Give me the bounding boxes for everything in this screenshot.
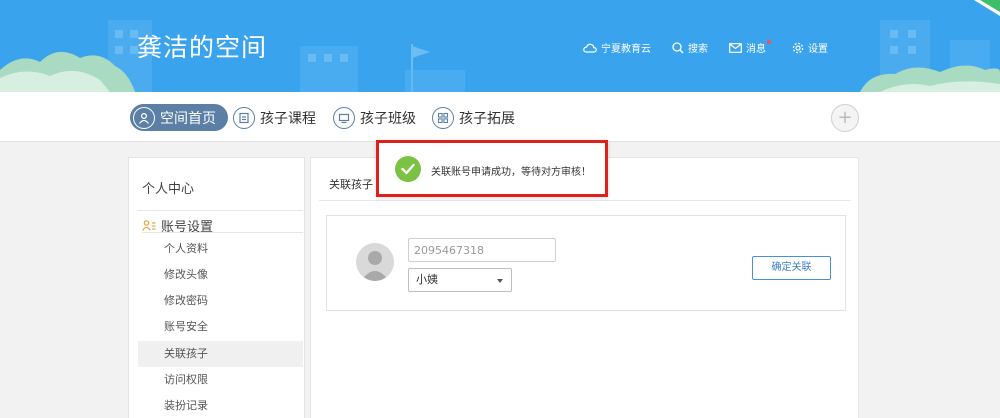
- sidebar-item-access-permissions[interactable]: 访问权限: [138, 367, 303, 393]
- sidebar-item-change-avatar[interactable]: 修改头像: [138, 262, 303, 288]
- nav-messages[interactable]: 消息: [729, 39, 771, 55]
- relationship-select[interactable]: 小姨: [408, 268, 512, 292]
- avatar: [356, 243, 394, 281]
- cloud-icon: [583, 43, 597, 53]
- mail-icon: [729, 42, 742, 53]
- tab-space-home-label: 空间首页: [160, 110, 216, 127]
- sidebar-group-divider: [142, 232, 303, 233]
- sidebar-divider: [137, 210, 303, 211]
- link-child-card: 小姨 确定关联: [326, 215, 846, 311]
- tab-child-courses-label: 孩子课程: [260, 110, 316, 127]
- nav-search[interactable]: 搜索: [672, 40, 708, 55]
- top-nav: 宁夏教育云 搜索 消息 设置: [583, 39, 849, 55]
- tab-space-home[interactable]: 空间首页: [130, 104, 228, 131]
- sidebar-item-change-password[interactable]: 修改密码: [138, 288, 303, 314]
- sidebar-item-decoration-history[interactable]: 装扮记录: [138, 393, 303, 418]
- tab-child-extension[interactable]: 孩子拓展: [432, 104, 515, 131]
- success-toast: 关联账号申请成功，等待对方审核！: [376, 140, 608, 197]
- sidebar: 个人中心 账号设置 个人资料 修改头像 修改密码 账号安全 关联孩子 访问权限 …: [128, 157, 305, 418]
- space-title: 龚洁的空间: [137, 33, 268, 62]
- search-icon: [672, 41, 684, 53]
- nav-education-cloud[interactable]: 宁夏教育云: [583, 40, 651, 55]
- gear-icon: [792, 42, 804, 53]
- chevron-down-icon: [497, 279, 503, 283]
- sidebar-item-link-child[interactable]: 关联孩子: [138, 341, 303, 367]
- tab-child-extension-label: 孩子拓展: [459, 110, 515, 127]
- toast-message: 关联账号申请成功，等待对方审核！: [431, 167, 591, 178]
- unread-dot: [767, 39, 771, 44]
- grid-icon: [432, 106, 454, 129]
- nav-messages-label: 消息: [746, 44, 766, 55]
- panel-title: 关联孩子: [329, 178, 373, 191]
- sidebar-item-profile[interactable]: 个人资料: [138, 236, 303, 262]
- tab-child-courses[interactable]: 孩子课程: [233, 104, 316, 131]
- corner-decoration: [974, 0, 1000, 16]
- sidebar-heading: 个人中心: [142, 182, 195, 197]
- relationship-select-value: 小姨: [416, 273, 438, 286]
- confirm-link-button[interactable]: 确定关联: [752, 256, 831, 280]
- nav-settings[interactable]: 设置: [792, 40, 828, 55]
- nav-education-cloud-label: 宁夏教育云: [601, 44, 651, 55]
- account-settings-icon: [142, 220, 156, 231]
- user-icon: [133, 106, 155, 129]
- header-banner: 龚洁的空间 宁夏教育云 搜索 消息 设置: [0, 0, 1000, 92]
- sidebar-item-account-security[interactable]: 账号安全: [138, 314, 303, 340]
- add-button[interactable]: +: [831, 104, 859, 132]
- tab-child-class-label: 孩子班级: [360, 110, 416, 127]
- nav-settings-label: 设置: [808, 44, 828, 55]
- screen-icon: [333, 106, 355, 129]
- panel-divider: [319, 200, 851, 201]
- nav-search-label: 搜索: [688, 44, 708, 55]
- monitor-icon: [233, 106, 255, 129]
- default-avatar-icon: [361, 251, 389, 281]
- tab-child-class[interactable]: 孩子班级: [333, 104, 416, 131]
- account-number-input[interactable]: [408, 238, 556, 262]
- success-check-icon: [395, 156, 421, 182]
